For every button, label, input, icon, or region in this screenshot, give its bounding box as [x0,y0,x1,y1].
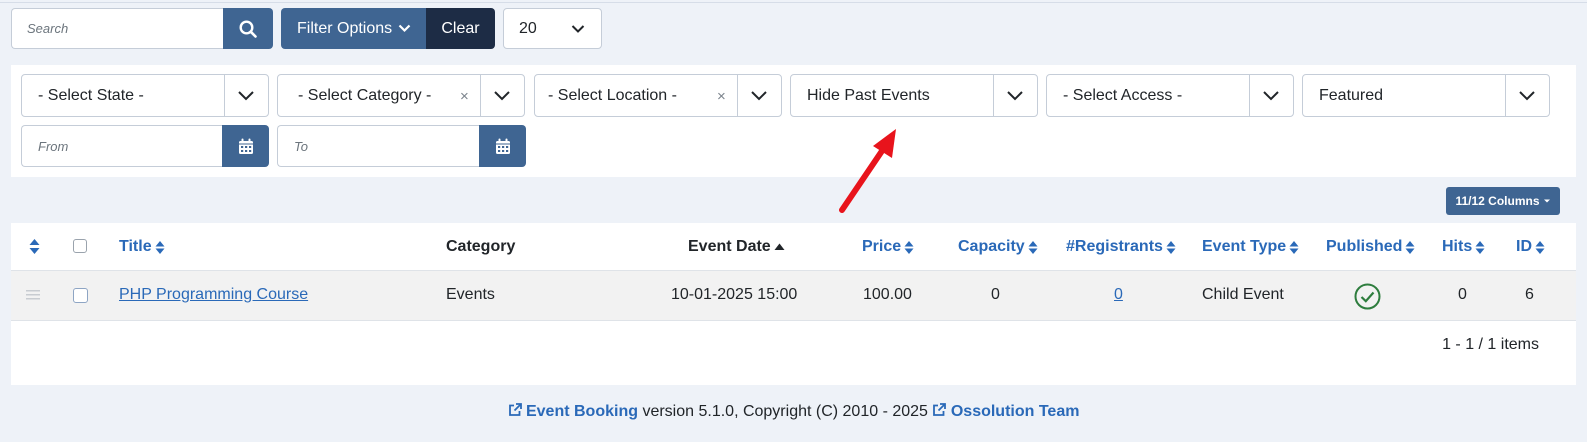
th-published[interactable]: Published [1326,238,1415,256]
sort-asc-icon [774,243,785,250]
featured-select-value: Featured [1319,87,1384,104]
annotation-arrow-icon [839,129,896,213]
clear-button[interactable]: Clear [426,8,495,49]
th-hits-label: Hits [1442,238,1473,255]
event-date: 10-01-2025 15:00 [671,286,798,303]
search-button[interactable] [223,8,273,49]
row-checkbox[interactable] [73,288,88,303]
sort-icon [1535,240,1545,254]
chevron-down-icon [238,91,254,101]
th-registrants-label: #Registrants [1066,238,1163,255]
state-select-value: - Select State - [38,87,144,104]
th-id-label: ID [1516,238,1532,255]
event-category: Events [446,286,495,303]
events-table: Title Category Event Date Price Capacity… [11,223,1576,385]
th-event-type-label: Event Type [1202,238,1287,255]
th-event-date[interactable]: Event Date [688,238,785,256]
clear-category-icon[interactable]: × [460,88,469,105]
sort-icon [904,240,914,254]
th-published-label: Published [1326,238,1403,255]
list-limit-value: 20 [519,19,537,37]
th-capacity-label: Capacity [958,238,1025,255]
search-group [11,8,273,49]
location-select[interactable]: - Select Location - × [534,74,782,117]
th-id[interactable]: ID [1516,238,1545,256]
th-capacity[interactable]: Capacity [958,238,1038,256]
list-limit-select[interactable]: 20 [503,8,602,49]
chevron-down-icon [571,25,585,33]
access-select-value: - Select Access - [1063,87,1183,104]
table-row: PHP Programming Course Events 10-01-2025… [11,271,1576,321]
registrants-link[interactable]: 0 [1114,286,1123,304]
search-input[interactable] [11,8,223,49]
chevron-down-icon [398,24,411,33]
sort-icon [155,240,165,254]
chevron-down-icon [1007,91,1023,101]
past-events-select-value: Hide Past Events [807,87,930,104]
footer: Event Booking version 5.1.0, Copyright (… [0,403,1587,421]
search-icon [239,19,257,38]
from-date-input[interactable] [21,125,222,167]
featured-select[interactable]: Featured [1302,74,1550,117]
columns-button[interactable]: 11/12 Columns [1446,187,1560,215]
ossolution-team-link[interactable]: Ossolution Team [951,403,1080,420]
caret-down-icon [1543,199,1550,203]
external-link-icon [933,403,947,416]
th-category-label: Category [446,238,516,255]
top-border [0,2,1587,3]
event-id: 6 [1525,286,1534,303]
th-event-date-label: Event Date [688,238,771,255]
to-date-input[interactable] [277,125,479,167]
th-hits[interactable]: Hits [1442,238,1485,256]
past-events-select[interactable]: Hide Past Events [790,74,1038,117]
filter-panel: - Select State - - Select Category - × -… [11,65,1576,177]
th-title-label: Title [119,238,152,255]
event-capacity: 0 [991,286,1000,303]
th-event-type[interactable]: Event Type [1202,238,1299,256]
from-date-field [21,125,269,167]
location-select-value: - Select Location - [548,87,677,104]
th-category: Category [446,238,515,256]
sort-icon [1405,240,1415,254]
calendar-icon [238,138,253,154]
filter-options-button[interactable]: Filter Options [281,8,427,49]
th-price[interactable]: Price [862,238,914,256]
clear-location-icon[interactable]: × [717,88,726,105]
sort-icon [1166,240,1176,254]
event-title-link[interactable]: PHP Programming Course [119,286,308,304]
access-select[interactable]: - Select Access - [1046,74,1294,117]
calendar-icon [495,138,510,154]
th-title[interactable]: Title [119,238,165,256]
sort-icon [1289,240,1299,254]
event-booking-link[interactable]: Event Booking [526,403,638,420]
table-header: Title Category Event Date Price Capacity… [11,223,1576,271]
version-text: version 5.1.0, Copyright (C) 2010 - 2025 [642,403,928,420]
category-select-value: - Select Category - [298,87,432,104]
pagination-counter: 1 - 1 / 1 items [1442,336,1539,353]
to-date-field [277,125,526,167]
external-link-icon [508,403,522,416]
ordering-sort-icon[interactable] [29,238,40,255]
filter-options-label: Filter Options [297,19,393,37]
published-check-icon[interactable] [1354,283,1381,310]
columns-button-label: 11/12 Columns [1455,194,1540,208]
th-registrants[interactable]: #Registrants [1066,238,1176,256]
chevron-down-icon [494,91,510,101]
event-hits: 0 [1458,286,1467,303]
to-calendar-button[interactable] [479,125,526,167]
chevron-down-icon [1519,91,1535,101]
chevron-down-icon [751,91,767,101]
sort-icon [1475,240,1485,254]
chevron-down-icon [1263,91,1279,101]
event-type: Child Event [1202,286,1284,303]
from-calendar-button[interactable] [222,125,269,167]
select-all-checkbox[interactable] [73,239,87,253]
th-price-label: Price [862,238,902,255]
sort-icon [1028,240,1038,254]
category-select[interactable]: - Select Category - × [277,74,525,117]
state-select[interactable]: - Select State - [21,74,269,117]
drag-handle-icon[interactable] [26,289,40,301]
clear-label: Clear [441,19,480,37]
event-price: 100.00 [863,286,912,303]
